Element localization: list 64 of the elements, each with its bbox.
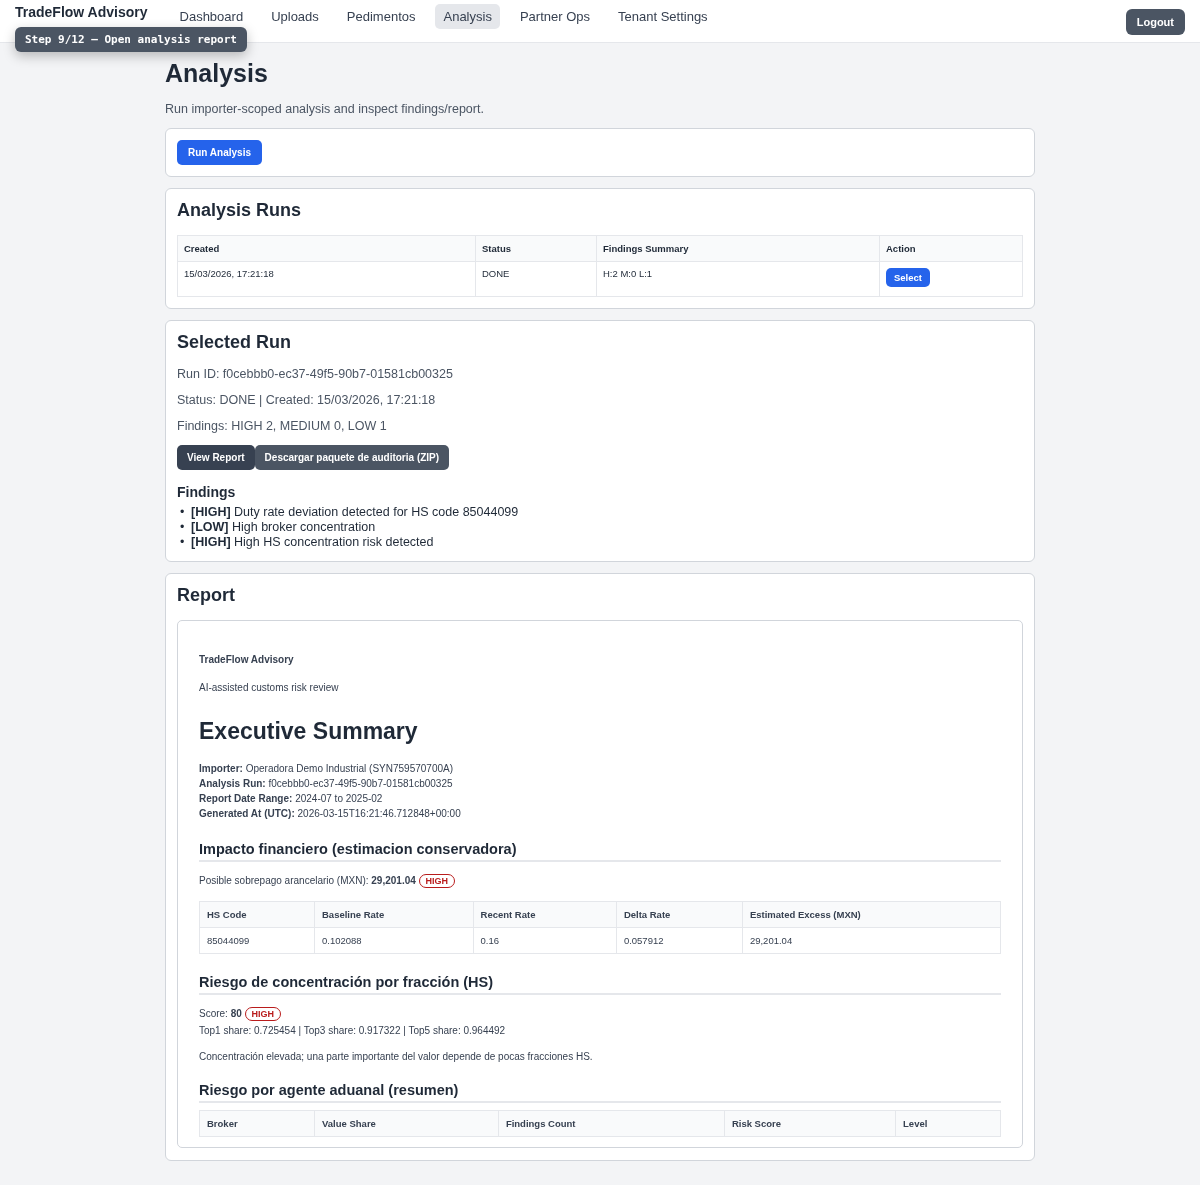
meta-line: Generated At (UTC): 2026-03-15T16:21:46.712848+00:00 — [199, 808, 461, 819]
table-cell: 0.16 — [473, 927, 617, 954]
report-section-title: Riesgo por agente aduanal (resumen) — [199, 1082, 1001, 1103]
nav-tab[interactable]: Uploads — [263, 4, 327, 29]
meta-line: Importer: Operadora Demo Industrial (SYN759570700A) — [199, 763, 454, 774]
nav-tab[interactable]: Analysis — [435, 4, 500, 29]
column-header: Delta Rate — [616, 901, 743, 928]
column-header: Estimated Excess (MXN) — [742, 901, 1001, 928]
page-title: Analysis — [165, 59, 269, 88]
brand-name[interactable]: TradeFlow Advisory — [15, 4, 148, 20]
page-subtitle: Run importer-scoped analysis and inspect findings/report. — [165, 102, 485, 116]
bullet-mark: • — [180, 520, 186, 535]
score-text: Score: 80 — [199, 1008, 242, 1019]
action-button[interactable]: Descargar paquete de auditoria (ZIP) — [254, 445, 450, 470]
report-section-title: Impacto financiero (estimacion conservadora) — [199, 841, 1001, 862]
column-header: Recent Rate — [473, 901, 617, 928]
logout-button[interactable]: Logout — [1125, 9, 1185, 35]
column-header: Findings Count — [498, 1110, 725, 1137]
action-button[interactable]: View Report — [177, 445, 255, 470]
report-section-title: Riesgo de concentración por fracción (HS) — [199, 974, 1001, 995]
table-cell: 0.057912 — [616, 927, 743, 954]
share-text: Top1 share: 0.725454 | Top3 share: 0.917322 | Top5 share: 0.964492 — [199, 1025, 507, 1036]
column-header: Status — [475, 235, 597, 262]
finding-text: [HIGH] Duty rate deviation detected for HS code 85044099 — [191, 505, 519, 519]
run-analysis-button[interactable]: Run Analysis — [177, 140, 262, 165]
run-detail-text: Findings: HIGH 2, MEDIUM 0, LOW 1 — [177, 419, 388, 433]
column-header: Action — [879, 235, 1023, 262]
section-title: Report — [177, 585, 236, 606]
report-heading: Executive Summary — [199, 718, 419, 745]
nav-tab[interactable]: Tenant Settings — [610, 4, 716, 29]
column-header: Baseline Rate — [314, 901, 473, 928]
section-title: Analysis Runs — [177, 200, 303, 221]
column-header: Created — [177, 235, 476, 262]
meta-line: Analysis Run: f0cebbb0-ec37-49f5-90b7-01581cb00325 — [199, 778, 453, 789]
section-title: Selected Run — [177, 332, 293, 353]
finding-text: [LOW] High broker concentration — [191, 520, 376, 534]
column-header: HS Code — [199, 901, 315, 928]
bullet-mark: • — [180, 505, 186, 520]
tour-tooltip: Step 9/12 — Open analysis report — [15, 27, 247, 52]
column-header: Findings Summary — [596, 235, 880, 262]
table-cell: 15/03/2026, 17:21:18 — [177, 261, 476, 297]
table-cell: DONE — [475, 261, 597, 297]
column-header: Broker — [199, 1110, 315, 1137]
nav-tab[interactable]: Pedimentos — [338, 4, 424, 29]
finding-text: [HIGH] High HS concentration risk detected — [191, 535, 434, 549]
note-text: Concentración elevada; una parte importante del valor depende de pocas fracciones HS. — [199, 1051, 594, 1062]
bullet-mark: • — [180, 535, 186, 550]
report-brand: TradeFlow Advisory — [199, 654, 295, 665]
table-cell: 0.102088 — [314, 927, 473, 954]
table-cell: H:2 M:0 L:1 — [596, 261, 880, 297]
column-header: Level — [895, 1110, 1001, 1137]
run-detail-text: Run ID: f0cebbb0-ec37-49f5-90b7-01581cb00325 — [177, 367, 454, 381]
meta-line: Report Date Range: 2024-07 to 2025-02 — [199, 793, 383, 804]
report-tagline: AI-assisted customs risk review — [199, 682, 340, 693]
nav-tab[interactable]: Dashboard — [171, 4, 252, 29]
run-detail-text: Status: DONE | Created: 15/03/2026, 17:21:18 — [177, 393, 437, 407]
select-button[interactable]: Select — [886, 268, 930, 287]
findings-title: Findings — [177, 484, 237, 500]
nav-tab[interactable]: Partner Ops — [511, 4, 598, 29]
overpay-text: Posible sobrepago arancelario (MXN): 29,201.04 — [199, 875, 416, 886]
column-header: Value Share — [314, 1110, 499, 1137]
column-header: Risk Score — [724, 1110, 896, 1137]
table-cell: 85044099 — [199, 927, 315, 954]
table-cell: 29,201.04 — [742, 927, 1001, 954]
